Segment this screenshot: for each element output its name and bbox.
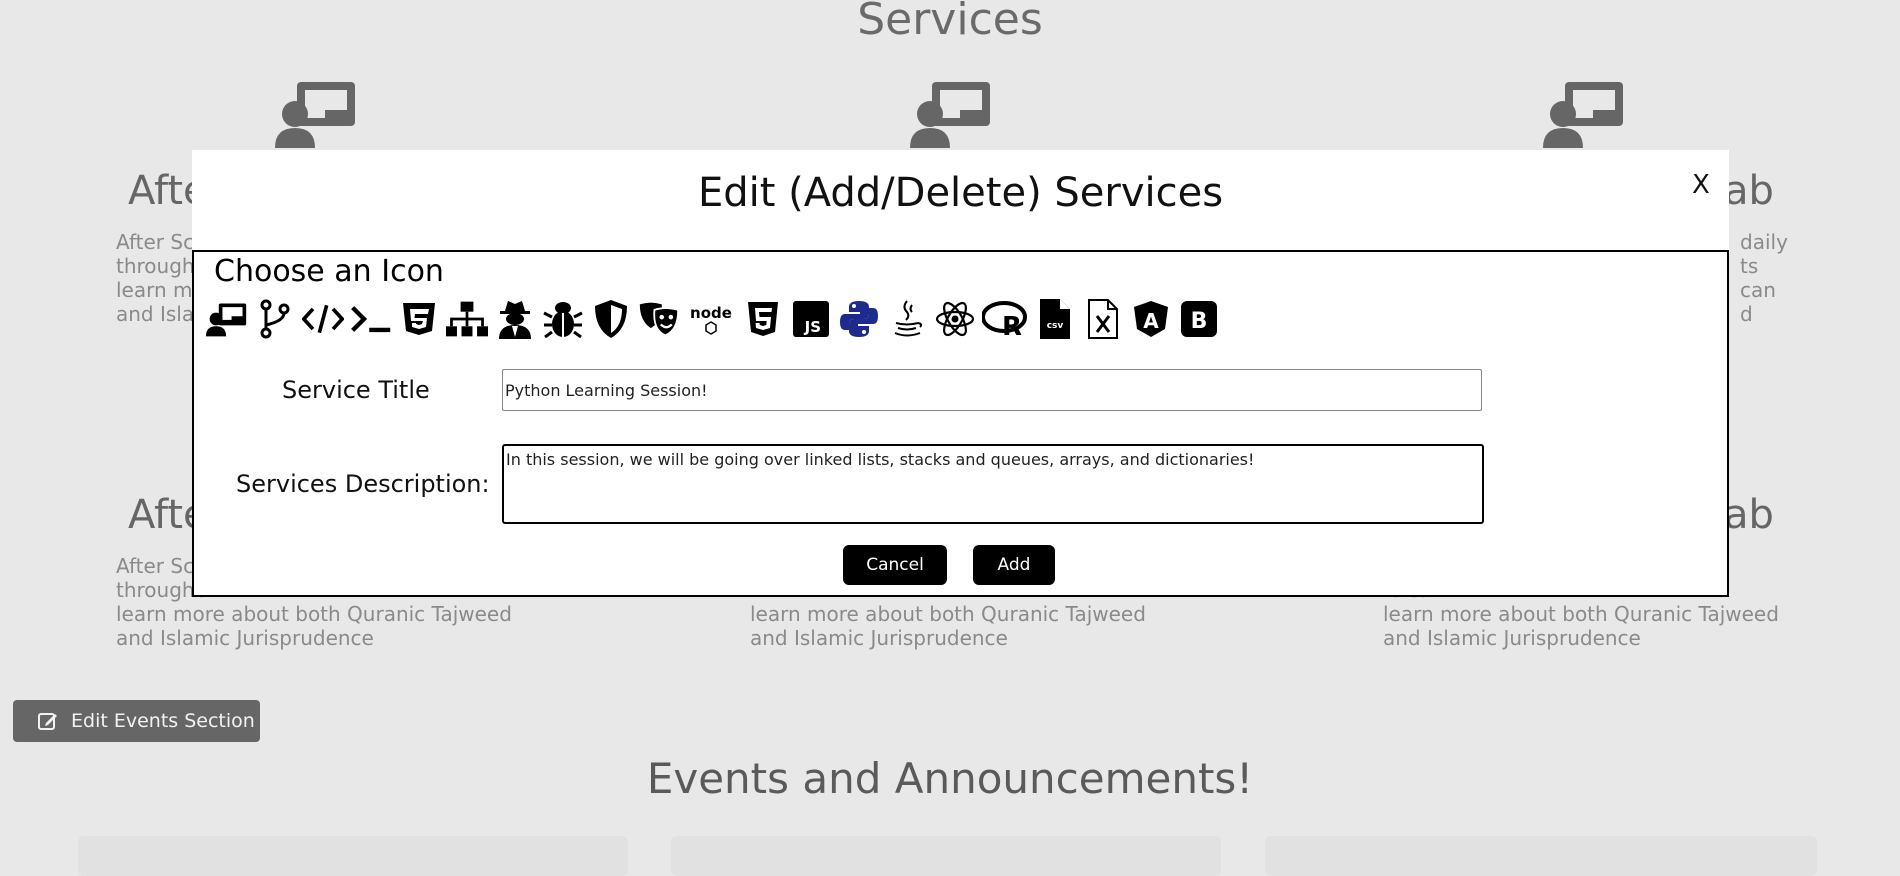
service-card-description: learn more about both Quranic Tajweed an…: [750, 602, 1146, 650]
choose-icon-label: Choose an Icon: [214, 254, 444, 289]
events-heading: Events and Announcements!: [646, 754, 1254, 803]
services-heading: Services: [857, 0, 1043, 45]
bootstrap-label: B: [1191, 309, 1208, 334]
nodejs-icon[interactable]: node: [686, 298, 736, 340]
event-card: [1265, 836, 1817, 876]
chalkboard-teacher-icon: [910, 82, 990, 148]
code-branch-icon[interactable]: [254, 298, 296, 340]
service-card-description: daily ts can d: [1740, 230, 1788, 326]
masks-theater-icon[interactable]: [638, 298, 680, 340]
file-csv-icon[interactable]: csv: [1034, 298, 1076, 340]
html5-icon[interactable]: [742, 298, 784, 340]
react-icon[interactable]: [934, 298, 976, 340]
r-label: R: [1002, 312, 1022, 337]
csv-label: csv: [1047, 321, 1064, 331]
edit-services-modal: Edit (Add/Delete) Services X Choose an I…: [192, 150, 1729, 597]
add-button[interactable]: Add: [973, 545, 1055, 585]
close-button[interactable]: X: [1692, 170, 1710, 200]
edit-events-button[interactable]: Edit Events Section: [13, 700, 260, 742]
bootstrap-icon[interactable]: B: [1178, 298, 1220, 340]
code-icon[interactable]: [302, 298, 344, 340]
user-secret-icon[interactable]: [494, 298, 536, 340]
chalkboard-teacher-icon[interactable]: [206, 298, 248, 340]
edit-icon: [38, 713, 57, 730]
service-card-title: ab: [1724, 492, 1774, 538]
event-card: [671, 836, 1221, 876]
icon-picker: node JS R csv A B: [206, 296, 1220, 342]
cancel-button[interactable]: Cancel: [843, 545, 947, 585]
nodejs-label: node: [690, 304, 732, 322]
services-description-label: Services Description:: [236, 470, 490, 498]
modal-title: Edit (Add/Delete) Services: [697, 170, 1224, 216]
angular-label: A: [1143, 309, 1159, 333]
service-form: Choose an Icon node JS R csv A B Service…: [192, 250, 1729, 597]
r-project-icon[interactable]: R: [982, 298, 1028, 340]
js-label: JS: [804, 318, 821, 336]
services-description-input[interactable]: In this session, we will be going over l…: [502, 444, 1484, 524]
angular-icon[interactable]: A: [1130, 298, 1172, 340]
css3-icon[interactable]: [398, 298, 440, 340]
chalkboard-teacher-icon: [275, 82, 355, 148]
terminal-icon[interactable]: [350, 298, 392, 340]
service-card-title: ab: [1724, 168, 1774, 214]
service-title-label: Service Title: [282, 376, 430, 404]
shield-icon[interactable]: [590, 298, 632, 340]
sitemap-icon[interactable]: [446, 298, 488, 340]
bug-icon[interactable]: [542, 298, 584, 340]
service-title-input[interactable]: [502, 369, 1482, 411]
python-icon[interactable]: [838, 298, 880, 340]
file-excel-icon[interactable]: [1082, 298, 1124, 340]
js-icon[interactable]: JS: [790, 298, 832, 340]
java-icon[interactable]: [886, 298, 928, 340]
edit-events-label: Edit Events Section: [71, 710, 255, 732]
chalkboard-teacher-icon: [1543, 82, 1623, 148]
event-card: [78, 836, 628, 876]
